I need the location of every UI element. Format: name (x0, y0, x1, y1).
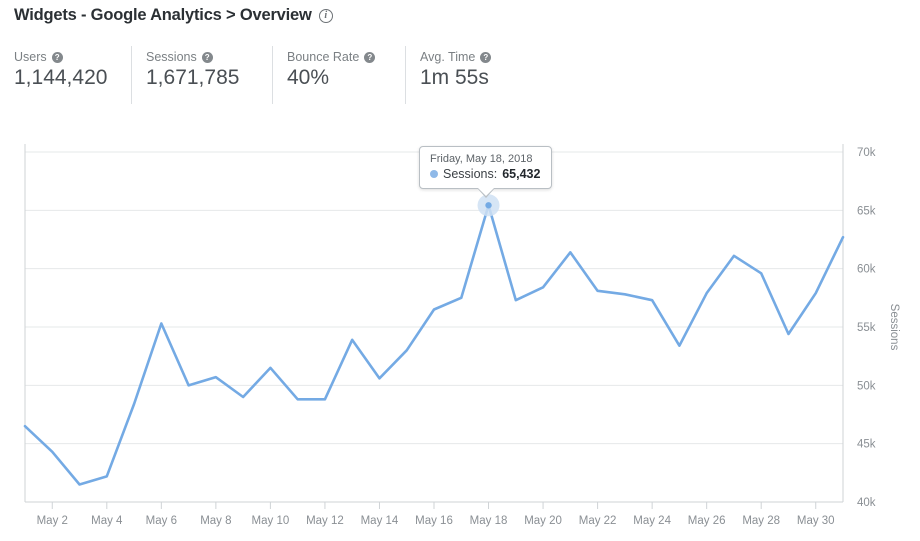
tooltip-date: Friday, May 18, 2018 (430, 153, 533, 165)
metric-bounce-rate-label-row: Bounce Rate ? (287, 50, 379, 64)
chart-x-axis-labels: May 2 May 4 May 6 May 8 May 10 May 12 May 14 Ma… (37, 515, 835, 527)
metric-sessions-label-row: Sessions ? (146, 50, 246, 64)
y-axis-tick-label: 70k (857, 147, 876, 159)
metric-sessions-label: Sessions (146, 50, 197, 64)
chart-y-axis-labels: 40k 45k 50k 55k 60k 65k 70k (857, 147, 876, 509)
y-axis-tick-label: 45k (857, 439, 876, 451)
help-icon-bounce-rate[interactable]: ? (364, 51, 376, 63)
metric-avg-time-value: 1m 55s (420, 66, 489, 89)
page-title-text: Widgets - Google Analytics > Overview (14, 6, 312, 24)
x-axis-tick-label: May 26 (688, 515, 726, 527)
y-axis-tick-label: 50k (857, 380, 876, 392)
metric-avg-time-label: Avg. Time (420, 50, 476, 64)
x-axis-tick-label: May 6 (146, 515, 177, 527)
help-icon-avg-time[interactable]: ? (480, 51, 492, 63)
highlight-dot[interactable] (485, 202, 492, 209)
x-axis-tick-label: May 2 (37, 515, 68, 527)
x-axis-tick-label: May 16 (415, 515, 453, 527)
sessions-line-chart[interactable]: 40k45k50k55k60k65k70k May 2 May 4 May 6 May… (0, 128, 920, 541)
tooltip-series-bullet-icon (430, 170, 438, 178)
x-axis-tick-label: May 10 (252, 515, 290, 527)
tooltip-metric-label: Sessions: (443, 167, 498, 181)
x-axis-tick-label: May 12 (306, 515, 344, 527)
tooltip-arrow (476, 187, 495, 196)
metric-bounce-rate-value: 40% (287, 66, 330, 89)
x-axis-tick-label: May 28 (742, 515, 780, 527)
x-axis-tick-label: May 4 (91, 515, 123, 527)
metric-users-label: Users (14, 50, 47, 64)
series-line-sessions (23, 203, 845, 486)
x-axis-tick-label: May 20 (524, 515, 562, 527)
chart-y-axis-title: Sessions (888, 304, 900, 351)
y-axis-tick-label: 55k (857, 322, 876, 334)
metric-summary-bar: Users ? 1,144,420 Sessions ? 1,671,785 B… (0, 46, 545, 104)
metric-sessions-value: 1,671,785 (146, 66, 240, 89)
metric-users-label-row: Users ? (14, 50, 105, 64)
tooltip-metric-value: 65,432 (502, 167, 541, 181)
y-axis-title: Sessions (888, 304, 900, 351)
info-icon[interactable]: i (318, 8, 333, 23)
x-axis-tick-label: May 18 (470, 515, 508, 527)
x-axis-tick-label: May 8 (200, 515, 231, 527)
help-icon-users[interactable]: ? (51, 51, 63, 63)
chart-tooltip: Friday, May 18, 2018 Sessions: 65,432 (419, 146, 553, 198)
x-axis-tick-label: May 24 (633, 515, 671, 527)
metric-bounce-rate: Bounce Rate ? 40% (272, 46, 405, 104)
chart-gridlines (25, 151, 843, 503)
x-axis-tick-label: May 14 (361, 515, 399, 527)
x-axis-tick-label: May 30 (797, 515, 835, 527)
chart-series (23, 203, 845, 486)
x-axis-tick-label: May 22 (579, 515, 617, 527)
help-icon-sessions[interactable]: ? (201, 51, 213, 63)
y-axis-tick-label: 60k (857, 264, 876, 276)
y-axis-tick-label: 40k (857, 497, 876, 509)
metric-sessions: Sessions ? 1,671,785 (131, 46, 272, 104)
analytics-overview-widget: Widgets - Google Analytics > Overview i … (0, 0, 920, 541)
tooltip-series-row: Sessions: 65,432 (430, 167, 540, 181)
metric-avg-time: Avg. Time ? 1m 55s (405, 46, 545, 104)
metric-users: Users ? 1,144,420 (0, 46, 131, 104)
page-title: Widgets - Google Analytics > Overview i (14, 6, 333, 25)
metric-avg-time-label-row: Avg. Time ? (420, 50, 519, 64)
metric-users-value: 1,144,420 (14, 66, 108, 89)
metric-bounce-rate-label: Bounce Rate (287, 50, 360, 64)
y-axis-tick-label: 65k (857, 205, 876, 217)
